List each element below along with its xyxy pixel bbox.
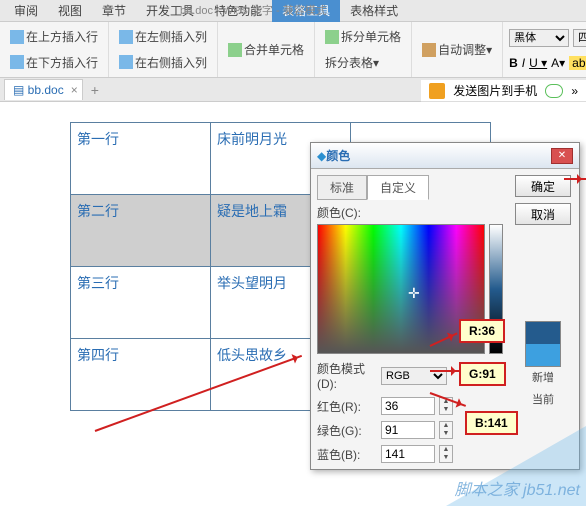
- tab-view[interactable]: 视图: [48, 0, 92, 22]
- dialog-icon: ◆: [317, 149, 326, 163]
- red-label: 红色(R):: [317, 398, 377, 415]
- cancel-button[interactable]: 取消: [515, 203, 571, 225]
- arrow-ok: [564, 178, 586, 180]
- cell[interactable]: 第二行: [71, 195, 211, 267]
- close-icon[interactable]: ✕: [551, 148, 573, 164]
- color-dialog: ◆ 颜色 ✕ 标准 自定义 颜色(C): ✛ 颜色模式(D): RGB 红色(R…: [310, 142, 580, 470]
- italic-button[interactable]: I: [522, 56, 525, 70]
- document-name: bb.doc: [28, 83, 64, 97]
- merge-icon: [228, 43, 242, 57]
- split-table[interactable]: 拆分表格▾: [321, 52, 405, 73]
- blue-label: 蓝色(B):: [317, 446, 377, 463]
- watermark: 脚本之家 jb51.net: [455, 476, 580, 500]
- bold-button[interactable]: B: [509, 56, 518, 70]
- autofit[interactable]: 自动调整▾: [418, 39, 496, 60]
- tab-review[interactable]: 审阅: [4, 0, 48, 22]
- font-style-row: B I U ▾ A▾ ab: [509, 56, 586, 70]
- split-cells[interactable]: 拆分单元格: [321, 26, 405, 47]
- size-select[interactable]: 四号: [573, 29, 586, 47]
- cell[interactable]: 第四行: [71, 339, 211, 411]
- insert-col-right[interactable]: 在右侧插入列: [115, 52, 211, 73]
- cell[interactable]: 第一行: [71, 123, 211, 195]
- tab-table-style[interactable]: 表格样式: [340, 0, 408, 22]
- blue-input[interactable]: [381, 445, 435, 463]
- tab-custom[interactable]: 自定义: [367, 175, 429, 200]
- red-input[interactable]: [381, 397, 435, 415]
- new-color-swatch: [526, 322, 560, 344]
- font-select[interactable]: 黑体: [509, 29, 569, 47]
- crosshair-icon: ✛: [408, 285, 420, 302]
- merge-cells[interactable]: 合并单元格: [224, 39, 308, 60]
- col-right-icon: [119, 55, 133, 69]
- new-tab-button[interactable]: +: [91, 82, 99, 98]
- doc-icon: ▤: [13, 83, 28, 97]
- new-label: 新增: [532, 369, 554, 385]
- tab-section[interactable]: 章节: [92, 0, 136, 22]
- chevron-icon[interactable]: »: [571, 84, 578, 98]
- arrow-g: [430, 370, 460, 372]
- row-below-icon: [10, 55, 24, 69]
- send-label[interactable]: 发送图片到手机: [453, 82, 537, 99]
- ok-button[interactable]: 确定: [515, 175, 571, 197]
- insert-col-left[interactable]: 在左侧插入列: [115, 26, 211, 47]
- mode-label: 颜色模式(D):: [317, 360, 377, 391]
- cell[interactable]: 第三行: [71, 267, 211, 339]
- color-preview: [525, 321, 561, 367]
- color-area-label: 颜色(C):: [317, 204, 507, 221]
- tab-standard[interactable]: 标准: [317, 175, 367, 200]
- ribbon: 在上方插入行 在下方插入行 在左侧插入列 在右侧插入列 合并单元格 拆分单元格 …: [0, 22, 586, 78]
- callout-g: G:91: [459, 362, 506, 386]
- send-to-phone-bar: 发送图片到手机 »: [421, 80, 586, 102]
- green-label: 绿色(G):: [317, 422, 377, 439]
- font-color-button[interactable]: A▾: [551, 56, 565, 70]
- close-tab-icon[interactable]: ×: [71, 83, 78, 97]
- col-left-icon: [119, 30, 133, 44]
- document-tab[interactable]: ▤ bb.doc ×: [4, 79, 83, 100]
- callout-r: R:36: [459, 319, 505, 343]
- current-color-swatch: [526, 344, 560, 366]
- autofit-icon: [422, 43, 436, 57]
- highlight-button[interactable]: ab: [569, 56, 586, 70]
- insert-row-above[interactable]: 在上方插入行: [6, 26, 102, 47]
- underline-button[interactable]: U ▾: [529, 56, 547, 70]
- row-above-icon: [10, 30, 24, 44]
- phone-icon: [429, 83, 445, 99]
- cloud-icon[interactable]: [545, 84, 563, 98]
- dialog-title: 颜色: [326, 147, 350, 164]
- green-input[interactable]: [381, 421, 435, 439]
- current-label: 当前: [532, 391, 554, 407]
- split-icon: [325, 30, 339, 44]
- window-title: bb.doc - WPS 文字 - 兼容模式: [180, 2, 327, 18]
- insert-row-below[interactable]: 在下方插入行: [6, 52, 102, 73]
